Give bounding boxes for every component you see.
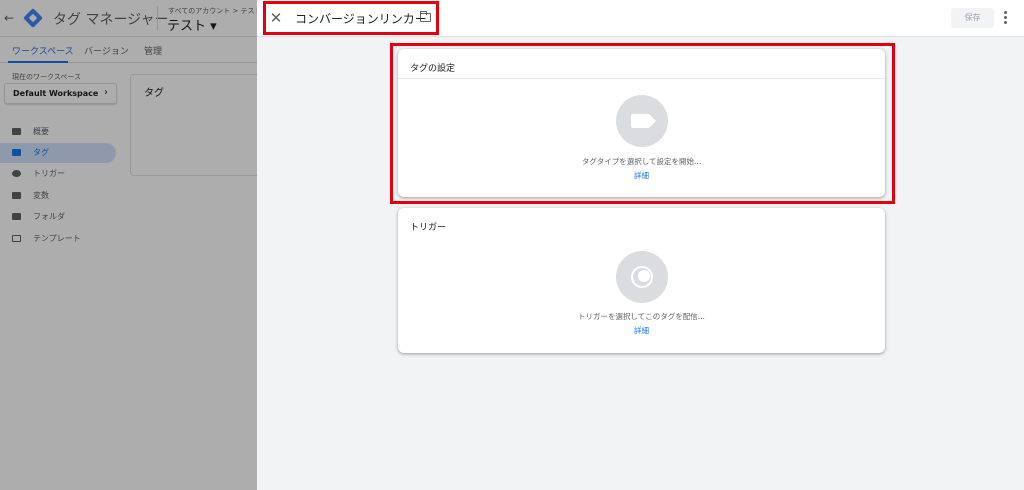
more-vert-icon[interactable] [1003, 9, 1009, 27]
trigger-details-link[interactable]: 詳細 [398, 325, 885, 336]
triggering-card[interactable]: トリガー トリガーを選択してこのタグを配信... 詳細 [398, 208, 885, 353]
tag-type-hint: タグタイプを選択して設定を開始... [581, 157, 702, 166]
tag-icon [631, 114, 656, 128]
save-button[interactable]: 保存 [951, 8, 994, 28]
trigger-icon [631, 266, 653, 288]
folder-icon[interactable] [420, 11, 431, 22]
tag-configuration-card[interactable]: タグの設定 タグタイプを選択して設定を開始... 詳細 [398, 49, 885, 197]
tag-type-placeholder[interactable] [616, 95, 668, 147]
tag-editor-sheet: ✕ コンバージョンリンカー 保存 タグの設定 タグタイプを選択して設定を開始..… [257, 0, 1024, 490]
tag-details-link[interactable]: 詳細 [398, 170, 885, 181]
trigger-placeholder[interactable] [616, 251, 668, 303]
trigger-hint: トリガーを選択してこのタグを配信... [578, 312, 705, 321]
sheet-header: ✕ コンバージョンリンカー 保存 [257, 0, 1024, 37]
triggering-title: トリガー [410, 223, 447, 233]
tag-configuration-title: タグの設定 [410, 64, 456, 74]
card-divider [398, 78, 885, 79]
close-icon[interactable]: ✕ [268, 10, 284, 26]
tag-name-title[interactable]: コンバージョンリンカー [295, 10, 427, 27]
